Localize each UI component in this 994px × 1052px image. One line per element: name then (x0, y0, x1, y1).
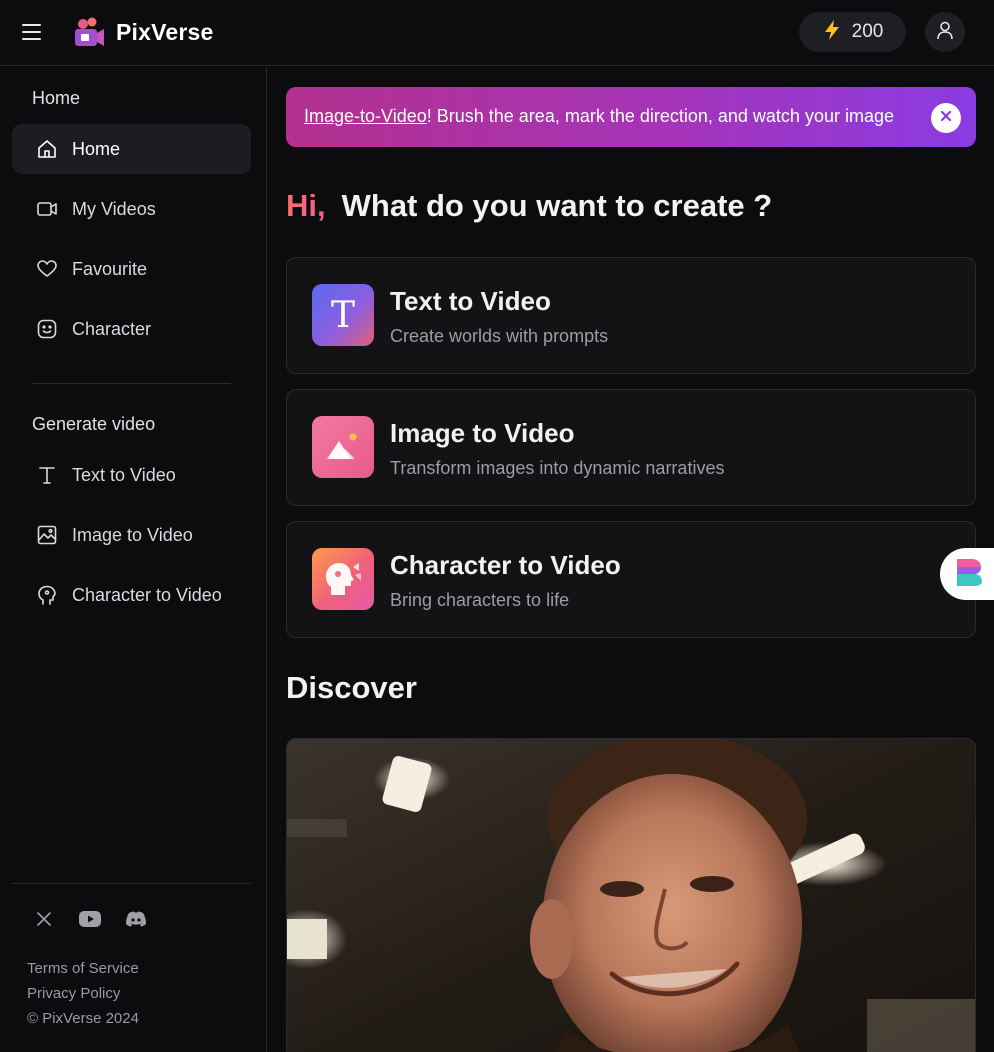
x-icon[interactable] (32, 907, 56, 931)
sidebar-item-character-to-video[interactable]: Character to Video (12, 570, 251, 620)
banner-close-button[interactable] (931, 103, 961, 133)
sidebar-item-image-to-video[interactable]: Image to Video (12, 510, 251, 560)
banner-message: ! Brush the area, mark the direction, an… (426, 106, 894, 126)
heart-icon (36, 258, 58, 280)
text-t-icon (36, 464, 58, 486)
section-label-home: Home (32, 88, 81, 108)
card-title: Image to Video (390, 418, 575, 448)
sidebar: Home Home My Videos Favourite Character … (0, 67, 267, 1052)
hamburger-menu-icon[interactable] (20, 21, 44, 43)
sidebar-item-text-to-video[interactable]: Text to Video (12, 450, 251, 500)
video-thumbnail-image (287, 739, 975, 1052)
sidebar-item-character[interactable]: Character (12, 304, 251, 354)
user-icon (935, 20, 955, 45)
card-description: Bring characters to life (390, 590, 570, 610)
terms-link[interactable]: Terms of Service (27, 960, 139, 977)
sidebar-item-label: Home (72, 138, 121, 159)
section-label-generate: Generate video (32, 414, 156, 434)
sidebar-item-my-videos[interactable]: My Videos (12, 184, 251, 234)
discover-heading: Discover (286, 670, 417, 705)
image-to-video-card[interactable]: Image to Video Transform images into dyn… (286, 389, 976, 506)
social-links (32, 907, 148, 931)
sidebar-footer-divider (12, 883, 251, 884)
discover-video-thumbnail[interactable] (286, 738, 976, 1052)
youtube-icon[interactable] (78, 907, 102, 931)
pixverse-logo-icon (72, 15, 106, 49)
character-to-video-card[interactable]: Character to Video Bring characters to l… (286, 521, 976, 638)
sidebar-item-label: Favourite (72, 258, 148, 279)
card-description: Create worlds with prompts (390, 326, 609, 346)
lightning-icon (822, 19, 842, 46)
banner-text: Image-to-Video! Brush the area, mark the… (304, 106, 894, 127)
credits-badge[interactable]: 200 (799, 12, 906, 52)
pixverse-logo[interactable]: PixVerse (72, 14, 214, 50)
close-icon (940, 109, 952, 127)
smiley-icon (36, 318, 58, 340)
head-icon (36, 584, 58, 606)
text-t-icon: T (312, 284, 374, 346)
greeting-question: What do you want to create ? (341, 188, 773, 223)
sidebar-item-home[interactable]: Home (12, 124, 251, 174)
discord-icon[interactable] (124, 907, 148, 931)
card-title: Character to Video (390, 550, 621, 580)
sidebar-item-favourite[interactable]: Favourite (12, 244, 251, 294)
greeting-hi: Hi, (286, 188, 326, 223)
banner-link[interactable]: Image-to-Video (304, 106, 427, 126)
sidebar-item-label: Character to Video (72, 584, 222, 605)
page-greeting: Hi, What do you want to create ? (286, 188, 772, 224)
sidebar-item-label: My Videos (72, 198, 156, 219)
assistant-logo-icon (954, 556, 984, 593)
text-to-video-card[interactable]: T Text to Video Create worlds with promp… (286, 257, 976, 374)
text-t-glyph: T (330, 294, 355, 336)
promo-banner: Image-to-Video! Brush the area, mark the… (286, 87, 976, 147)
user-account-button[interactable] (925, 12, 965, 52)
character-head-icon (312, 548, 374, 610)
logo-text: PixVerse (116, 18, 214, 45)
copyright-text: © PixVerse 2024 (27, 1010, 139, 1027)
sidebar-item-label: Text to Video (72, 464, 176, 485)
sidebar-divider (32, 383, 231, 384)
sidebar-item-label: Image to Video (72, 524, 193, 545)
mountain-image-icon (312, 416, 374, 478)
image-icon (36, 524, 58, 546)
top-header: PixVerse 200 (0, 0, 994, 66)
card-title: Text to Video (390, 286, 551, 316)
card-description: Transform images into dynamic narratives (390, 458, 725, 478)
sidebar-item-label: Character (72, 318, 152, 339)
video-camera-icon (36, 198, 58, 220)
credits-value: 200 (851, 21, 884, 42)
home-icon (36, 138, 58, 160)
floating-assistant-button[interactable] (940, 548, 994, 600)
privacy-link[interactable]: Privacy Policy (27, 985, 120, 1002)
